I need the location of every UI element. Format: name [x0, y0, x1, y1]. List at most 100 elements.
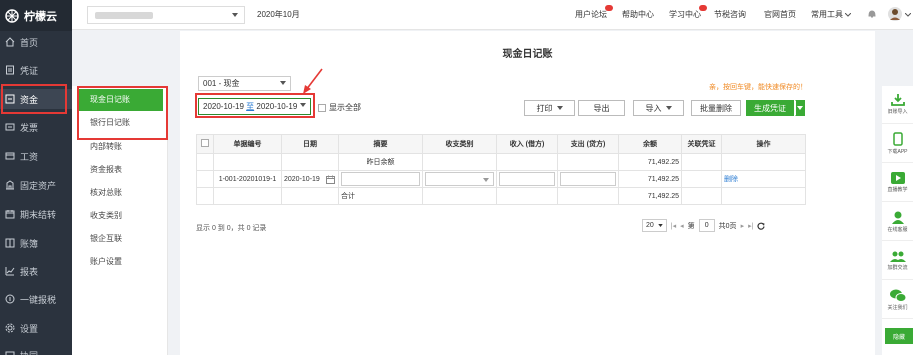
cell-category — [422, 153, 497, 171]
lemon-logo-icon — [5, 8, 19, 23]
col-income: 收入 (借方) — [496, 134, 558, 154]
nav-item-asset[interactable]: 固定资产 — [0, 175, 72, 195]
expense-input[interactable] — [560, 172, 616, 186]
refresh-icon[interactable] — [757, 222, 766, 230]
period-label[interactable]: 2020年10月 — [257, 9, 300, 20]
delete-link[interactable]: 删除 — [724, 176, 738, 183]
nav-item-settings[interactable]: 设置 — [0, 318, 72, 338]
date-input[interactable]: 2020-10-19 — [284, 176, 320, 183]
nav-item-home[interactable]: 首页 — [0, 32, 72, 52]
export-button[interactable]: 导出 — [578, 100, 625, 116]
avatar[interactable] — [888, 7, 902, 21]
rail-import-old[interactable]: 旧账导入 — [882, 86, 913, 124]
nav-item-report[interactable]: 报表 — [0, 261, 72, 281]
cell-voucher — [681, 153, 722, 171]
submenu-cash-journal[interactable]: 现金日记账 — [77, 89, 163, 111]
new-badge — [605, 5, 613, 11]
cell-expense — [557, 170, 619, 188]
voucher-icon — [6, 65, 14, 75]
link-user-forum[interactable]: 用户论坛 — [575, 5, 613, 20]
nav-item-tax[interactable]: 一键报税 — [0, 289, 72, 309]
rail-support[interactable]: 在线客服 — [882, 203, 913, 241]
cell-summary: 合计 — [338, 187, 423, 205]
generate-voucher-button[interactable]: 生成凭证 — [746, 100, 794, 116]
nav-item-collab[interactable]: 协同 — [0, 345, 72, 355]
group-icon — [889, 251, 906, 262]
nav-item-closing[interactable]: 期末结转 — [0, 204, 72, 224]
import-button[interactable]: 导入 — [633, 100, 684, 116]
cell-action — [721, 153, 806, 171]
show-all-toggle[interactable]: 显示全部 — [318, 102, 361, 113]
submenu-account-settings[interactable]: 账户设置 — [72, 251, 168, 273]
calendar-icon[interactable] — [326, 175, 335, 184]
nav-item-fund[interactable]: 资金 — [0, 89, 72, 109]
submenu-bank-journal[interactable]: 银行日记账 — [72, 112, 168, 134]
next-page-icon[interactable]: ▸ — [741, 222, 745, 230]
page-number-input[interactable]: 0 — [698, 219, 715, 232]
print-label: 打印 — [536, 103, 553, 113]
topbar: 2020年10月 用户论坛 帮助中心 学习中心 节税咨询 官网首页 常用工具 — [72, 0, 913, 30]
submenu-reconcile-ledger[interactable]: 核对总账 — [72, 182, 168, 204]
bell-icon[interactable] — [867, 9, 877, 19]
category-select[interactable] — [425, 172, 494, 186]
rail-hide-button[interactable]: 隐藏 — [885, 328, 913, 344]
nav-label: 报表 — [20, 266, 39, 277]
tools-menu[interactable]: 常用工具 — [811, 9, 851, 20]
download-icon — [890, 94, 905, 106]
page-size-select[interactable]: 20 — [642, 219, 667, 232]
chevron-down-icon — [845, 12, 851, 17]
company-name-blurred — [95, 12, 153, 19]
page-title: 现金日记账 — [502, 49, 553, 60]
nav-item-salary[interactable]: 工资 — [0, 146, 72, 166]
link-tax-consult[interactable]: 节税咨询 — [714, 9, 746, 20]
show-all-checkbox[interactable] — [318, 103, 326, 112]
submenu-category[interactable]: 收支类别 — [72, 205, 168, 227]
account-select[interactable]: 001 - 现金 — [198, 76, 291, 91]
print-button[interactable]: 打印 — [524, 100, 575, 116]
app-logo[interactable]: 柠檬云 — [0, 0, 72, 31]
submenu-bank-link[interactable]: 银企互联 — [72, 228, 168, 250]
rail-follow[interactable]: 关注我们 — [882, 281, 913, 319]
cell-summary — [338, 170, 423, 188]
row-select-cell — [196, 170, 214, 188]
nav-item-voucher[interactable]: 凭证 — [0, 60, 72, 80]
date-range-select[interactable]: 2020-10-19 至 2020-10-19 — [198, 98, 311, 115]
nav-item-invoice[interactable]: 发票 — [0, 117, 72, 137]
page-label: 第 — [687, 222, 695, 230]
rail-live[interactable]: 直播教学 — [882, 164, 913, 202]
last-page-icon[interactable]: ▸| — [748, 222, 753, 230]
chevron-down-icon — [483, 178, 489, 182]
select-all-checkbox[interactable] — [201, 139, 209, 147]
nav-label: 资金 — [20, 94, 39, 105]
rail-group[interactable]: 加群交流 — [882, 242, 913, 280]
main-panel: 现金日记账 001 - 现金 亲，按回车键，能快速保存的！ 2020-10-19… — [180, 31, 875, 355]
link-help-center[interactable]: 帮助中心 — [622, 9, 654, 20]
link-learning-center[interactable]: 学习中心 — [669, 5, 707, 20]
chevron-down-icon[interactable] — [905, 13, 911, 17]
rail-download-app[interactable]: 下载APP — [882, 125, 913, 163]
chevron-down-icon — [300, 103, 306, 107]
nav-label: 凭证 — [20, 65, 39, 76]
prev-page-icon[interactable]: ◂ — [680, 222, 684, 230]
col-balance: 余额 — [618, 134, 682, 154]
summary-input[interactable] — [341, 172, 420, 186]
link-official-site[interactable]: 官网首页 — [764, 9, 796, 20]
income-input[interactable] — [499, 172, 555, 186]
link-label: 常用工具 — [811, 10, 843, 19]
first-page-icon[interactable]: |◂ — [671, 222, 676, 230]
submenu-internal-transfer[interactable]: 内部转账 — [72, 136, 168, 158]
cell-balance: 71,492.25 — [618, 153, 682, 171]
nav-label: 发票 — [20, 122, 39, 133]
company-select[interactable] — [87, 6, 245, 24]
col-summary: 摘要 — [338, 134, 423, 154]
nav-item-ledger[interactable]: 账簿 — [0, 233, 72, 253]
batch-delete-button[interactable]: 批量删除 — [691, 100, 741, 116]
cell-voucher — [681, 187, 722, 205]
cell-category — [422, 187, 497, 205]
generate-voucher-dropdown[interactable] — [795, 100, 805, 116]
submenu-fund-report[interactable]: 资金报表 — [72, 159, 168, 181]
rail-label: 关注我们 — [887, 304, 908, 311]
nav-label: 固定资产 — [20, 180, 57, 191]
cell-code — [213, 153, 282, 171]
new-badge — [699, 5, 707, 11]
